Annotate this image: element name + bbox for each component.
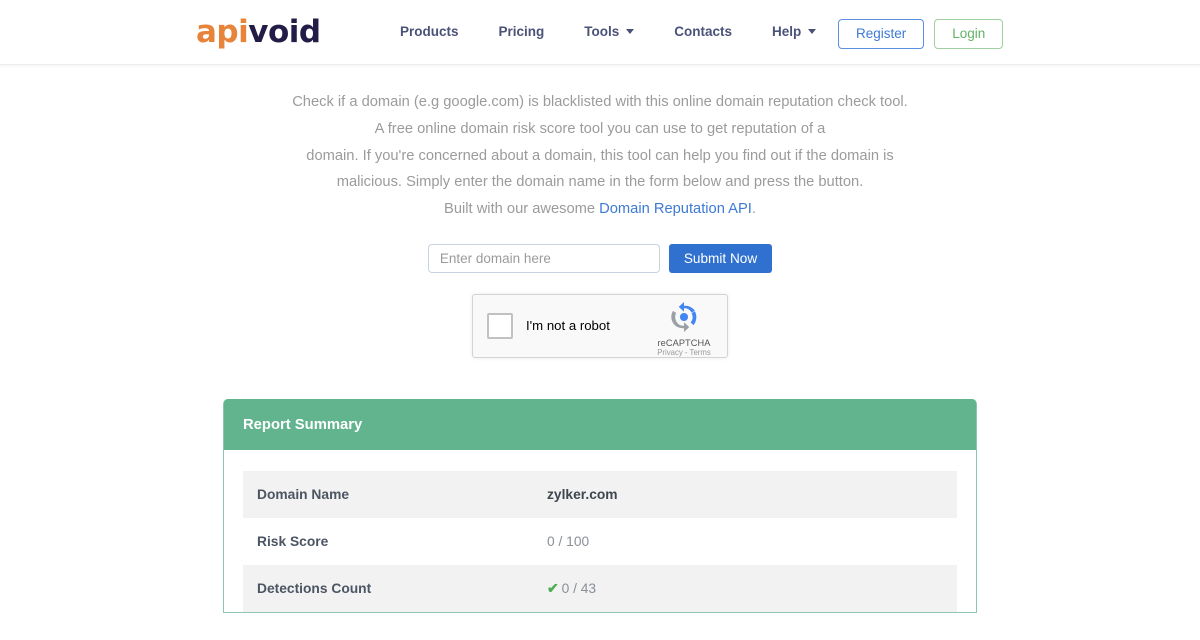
report-summary-header: Report Summary: [224, 399, 976, 450]
report-value-domain-name: zylker.com: [533, 471, 957, 518]
nav-item-products[interactable]: Products: [400, 24, 459, 39]
table-row: Domain Name zylker.com: [243, 471, 957, 518]
recaptcha-brand-text: reCAPTCHA: [657, 337, 711, 348]
recaptcha-checkbox[interactable]: [487, 312, 513, 339]
logo-text-void: void: [248, 14, 321, 50]
table-row: Detections Count ✔ 0 / 43: [243, 565, 957, 612]
report-summary-title: Report Summary: [243, 416, 363, 433]
login-button[interactable]: Login: [934, 19, 1004, 49]
nav-label-pricing: Pricing: [498, 24, 545, 39]
site-logo[interactable]: apivoid: [196, 14, 321, 50]
report-value-risk-score: 0 / 100: [547, 534, 590, 549]
intro-line-1: Check if a domain (e.g google.com) is bl…: [292, 94, 908, 110]
nav-label-tools: Tools: [584, 24, 620, 39]
report-key-risk-score: Risk Score: [257, 534, 329, 549]
check-icon: ✔: [547, 580, 559, 596]
domain-check-form: Submit Now: [0, 243, 1200, 273]
main-navigation: Products Pricing Tools Contacts Help: [400, 24, 817, 39]
recaptcha-label: I'm not a robot: [526, 318, 610, 334]
table-row: Risk Score 0 / 100: [243, 518, 957, 565]
site-header: apivoid Products Pricing Tools Contacts …: [0, 0, 1200, 65]
intro-line-5-prefix: Built with our awesome: [444, 201, 600, 218]
register-button[interactable]: Register: [838, 19, 925, 49]
report-key-domain-name: Domain Name: [243, 471, 533, 518]
report-value-detections-text: 0 / 43: [561, 580, 597, 596]
intro-description: Check if a domain (e.g google.com) is bl…: [0, 89, 1200, 223]
intro-line-3: domain. If you're concerned about a doma…: [306, 147, 894, 164]
nav-item-contacts[interactable]: Contacts: [674, 24, 732, 39]
recaptcha-logo-icon: [671, 301, 697, 332]
nav-item-help[interactable]: Help: [772, 24, 817, 39]
chevron-down-icon: [808, 29, 817, 34]
header-actions: Register Login: [838, 19, 1004, 49]
chevron-down-icon: [626, 29, 635, 34]
report-summary-body: Domain Name zylker.com Risk Score 0 / 10…: [224, 450, 976, 612]
logo-text-api: api: [196, 14, 249, 50]
domain-reputation-api-link[interactable]: Domain Reputation API: [599, 201, 752, 217]
nav-item-tools[interactable]: Tools: [584, 24, 635, 39]
recaptcha-widget[interactable]: I'm not a robot reCAPTCHA Privacy - Term…: [472, 293, 728, 358]
recaptcha-terms-link[interactable]: Privacy - Terms: [650, 348, 718, 357]
nav-label-products: Products: [400, 24, 459, 39]
domain-input[interactable]: [427, 243, 660, 273]
report-key-detections-count: Detections Count: [243, 565, 533, 612]
intro-line-5-suffix: .: [751, 201, 756, 218]
intro-line-5: Built with our awesome Domain Reputation…: [0, 196, 1200, 223]
intro-line-4: malicious. Simply enter the domain name …: [336, 174, 864, 191]
recaptcha-branding: reCAPTCHA Privacy - Terms: [650, 301, 718, 357]
nav-item-pricing[interactable]: Pricing: [499, 24, 545, 39]
report-value-detections-count: ✔ 0 / 43: [533, 565, 957, 612]
nav-label-contacts: Contacts: [674, 24, 733, 39]
nav-label-help: Help: [772, 24, 802, 39]
intro-line-2: A free online domain risk score tool you…: [374, 120, 826, 137]
recaptcha-container: I'm not a robot reCAPTCHA Privacy - Term…: [0, 293, 1200, 358]
submit-button[interactable]: Submit Now: [668, 243, 773, 273]
report-table: Domain Name zylker.com Risk Score 0 / 10…: [243, 471, 957, 612]
report-summary-card: Report Summary Domain Name zylker.com Ri…: [223, 399, 977, 613]
